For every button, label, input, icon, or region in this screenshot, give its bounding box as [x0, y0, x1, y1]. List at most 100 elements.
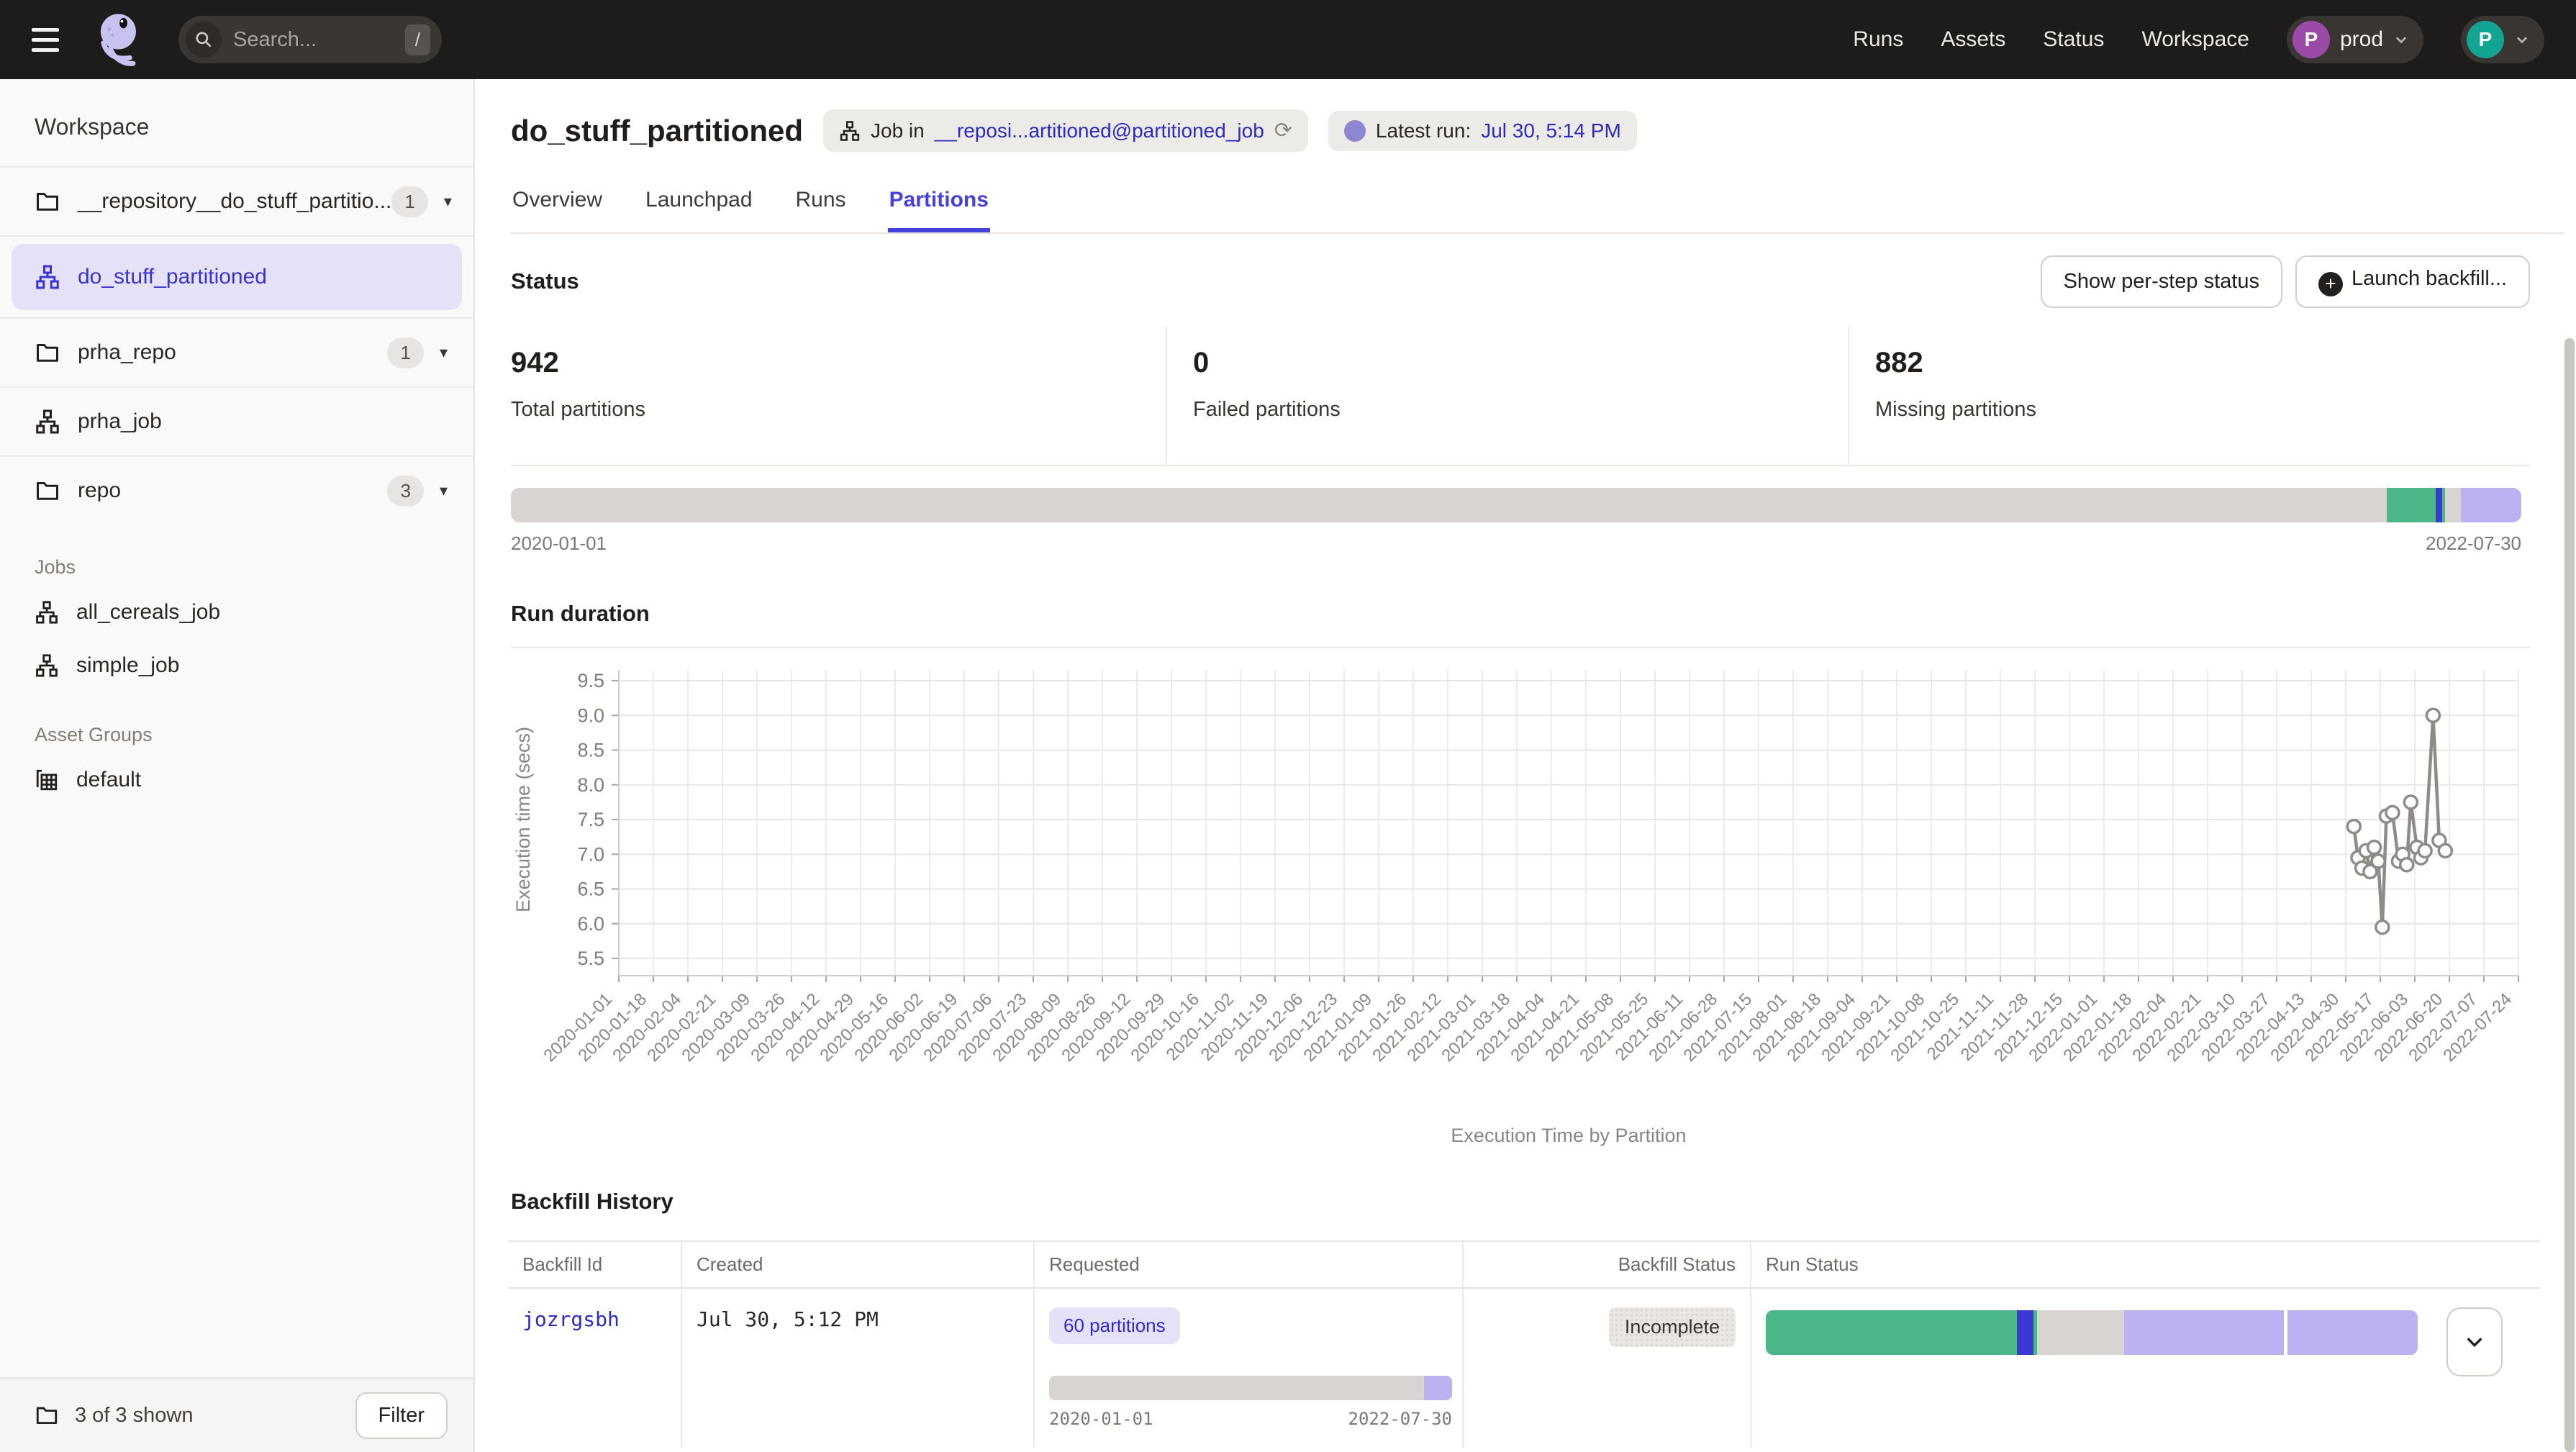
stat-value: 0 [1193, 347, 1848, 379]
dagster-logo-icon[interactable] [92, 9, 147, 70]
backfill-table-row: jozrgsbh Jul 30, 5:12 PM 60 partitions 2… [508, 1289, 2540, 1448]
chevron-down-icon[interactable]: ▾ [440, 481, 448, 500]
tab-runs[interactable]: Runs [794, 176, 848, 232]
search-input[interactable]: Search... / [178, 16, 442, 63]
backfill-history-header: Backfill History [511, 1189, 2530, 1215]
tab-bar: Overview Launchpad Runs Partitions [511, 176, 2564, 234]
stat-label: Missing partitions [1875, 398, 2530, 422]
job-label: prha_job [78, 409, 162, 434]
stat-failed-partitions: 0 Failed partitions [1166, 327, 1848, 465]
backfill-history-title: Backfill History [511, 1189, 674, 1214]
col-requested: Requested [1033, 1242, 1462, 1287]
sidebar-selected-wrap: do_stuff_partitioned [0, 235, 473, 310]
requested-range-bar [1049, 1376, 1452, 1400]
svg-text:6.5: 6.5 [577, 878, 604, 899]
search-shortcut-key: / [405, 24, 430, 55]
repo-label: __repository__do_stuff_partitio... [78, 189, 391, 214]
job-icon [839, 120, 861, 142]
latest-run-link[interactable]: Jul 30, 5:14 PM [1481, 119, 1621, 142]
page-title: do_stuff_partitioned [511, 114, 803, 148]
run-duration-title: Run duration [511, 601, 650, 626]
user-menu[interactable]: P [2461, 16, 2544, 63]
stat-value: 882 [1875, 347, 2530, 379]
nav-runs[interactable]: Runs [1853, 27, 1903, 52]
sidebar-repo-repository-do-stuff[interactable]: __repository__do_stuff_partitio... 1 ▾ [0, 166, 473, 235]
sidebar-repo-prha-repo[interactable]: prha_repo 1 ▾ [0, 317, 473, 386]
job-label: do_stuff_partitioned [78, 265, 267, 289]
col-created: Created [681, 1242, 1033, 1287]
backfill-id-link[interactable]: jozrgsbh [522, 1307, 620, 1331]
run-status-bar[interactable] [1766, 1310, 2418, 1355]
svg-text:Execution time (secs): Execution time (secs) [512, 726, 534, 912]
run-status-dot-icon [1344, 120, 1366, 142]
job-origin-link[interactable]: __reposi...artitioned@partitioned_job [935, 119, 1264, 142]
job-icon [35, 409, 60, 435]
folder-icon [35, 189, 60, 214]
vertical-scrollbar[interactable] [2564, 338, 2575, 1452]
hamburger-menu-icon[interactable] [32, 17, 78, 63]
chevron-down-icon[interactable]: ▾ [444, 192, 452, 211]
folder-icon [35, 1403, 59, 1428]
job-label: simple_job [76, 653, 179, 678]
expand-row-button[interactable] [2446, 1307, 2503, 1376]
show-per-step-status-button[interactable]: Show per-step status [2041, 255, 2282, 308]
svg-text:6.0: 6.0 [577, 912, 604, 934]
asset-groups-section-label: Asset Groups [0, 692, 473, 753]
repo-label: repo [78, 478, 121, 503]
backfill-created: Jul 30, 5:12 PM [697, 1307, 879, 1331]
nav-assets[interactable]: Assets [1941, 27, 2005, 52]
svg-text:9.0: 9.0 [577, 704, 604, 726]
job-icon [35, 600, 59, 625]
stat-value: 942 [511, 347, 1166, 379]
repo-count-badge: 1 [391, 186, 427, 217]
deployment-avatar: P [2292, 21, 2330, 58]
stat-label: Failed partitions [1193, 398, 1848, 422]
user-avatar: P [2467, 21, 2504, 58]
svg-text:7.5: 7.5 [577, 809, 604, 830]
repo-label: prha_repo [78, 340, 176, 365]
sidebar-job-all-cereals-job[interactable]: all_cereals_job [0, 586, 473, 639]
asset-group-icon [35, 768, 59, 792]
job-icon [35, 264, 60, 290]
plus-circle-icon: + [2318, 272, 2343, 296]
stat-missing-partitions: 882 Missing partitions [1848, 327, 2530, 465]
deployment-switcher[interactable]: P prod [2287, 16, 2423, 63]
partition-status-bar[interactable] [511, 488, 2521, 522]
job-label: all_cereals_job [76, 600, 220, 625]
backfill-table: Backfill Id Created Requested Backfill S… [508, 1240, 2540, 1448]
status-section-header: Status Show per-step status +Launch back… [511, 255, 2530, 308]
tab-overview[interactable]: Overview [511, 176, 604, 232]
nav-status[interactable]: Status [2043, 27, 2104, 52]
sidebar-job-do-stuff-partitioned[interactable]: do_stuff_partitioned [12, 244, 462, 310]
requested-partitions-pill[interactable]: 60 partitions [1049, 1307, 1180, 1344]
partition-stats: 942 Total partitions 0 Failed partitions… [511, 327, 2530, 466]
launch-backfill-button[interactable]: +Launch backfill... [2295, 255, 2530, 308]
chevron-down-icon [2514, 32, 2530, 47]
chevron-down-icon [2464, 1331, 2485, 1353]
stat-label: Total partitions [511, 398, 1166, 422]
col-backfill-id: Backfill Id [508, 1242, 681, 1287]
backfill-table-header: Backfill Id Created Requested Backfill S… [508, 1242, 2540, 1289]
tab-partitions[interactable]: Partitions [888, 176, 990, 232]
range-start: 2020-01-01 [511, 532, 607, 555]
sidebar-repo-repo[interactable]: repo 3 ▾ [0, 455, 473, 525]
nav-workspace[interactable]: Workspace [2141, 27, 2249, 52]
filter-button[interactable]: Filter [355, 1392, 448, 1439]
status-title: Status [511, 268, 579, 294]
stat-total-partitions: 942 Total partitions [511, 327, 1166, 465]
chevron-down-icon [2393, 32, 2409, 47]
sidebar-asset-group-default[interactable]: default [0, 753, 473, 807]
chevron-down-icon[interactable]: ▾ [440, 343, 448, 362]
svg-text:9.5: 9.5 [577, 670, 604, 691]
page-header: do_stuff_partitioned Job in __reposi...a… [511, 109, 2530, 152]
reload-icon[interactable]: ⟳ [1274, 118, 1292, 143]
search-icon [186, 22, 222, 58]
col-run-status: Run Status [1750, 1242, 2432, 1287]
folder-icon [35, 340, 60, 366]
sidebar-job-simple-job[interactable]: simple_job [0, 639, 473, 692]
tab-launchpad[interactable]: Launchpad [644, 176, 753, 232]
job-origin-prefix: Job in [871, 119, 925, 142]
run-duration-chart[interactable]: 2020-01-012020-01-182020-02-042020-02-21… [511, 655, 2564, 1163]
sidebar-job-prha-job[interactable]: prha_job [0, 386, 473, 455]
run-duration-header: Run duration [511, 601, 2530, 648]
